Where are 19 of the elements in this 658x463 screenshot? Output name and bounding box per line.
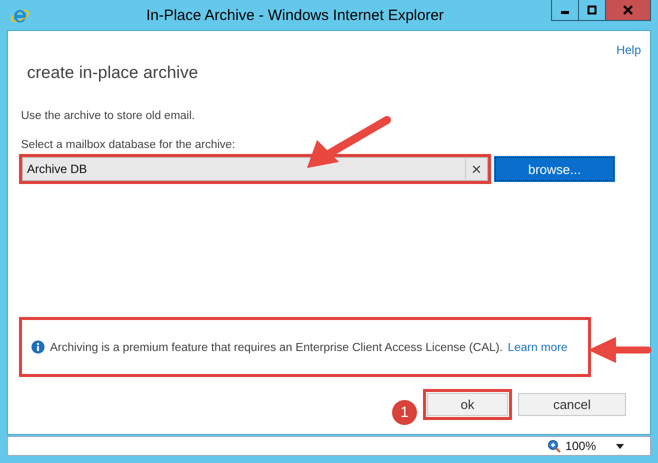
database-field[interactable]: Archive DB ✕: [22, 157, 488, 181]
info-icon: [31, 340, 45, 354]
browse-button[interactable]: browse...: [495, 157, 614, 181]
zoom-level[interactable]: 100%: [565, 439, 596, 453]
learn-more-link[interactable]: Learn more: [508, 340, 568, 354]
ok-button[interactable]: ok: [427, 393, 508, 416]
field-label: Select a mailbox database for the archive:: [21, 139, 236, 151]
close-button[interactable]: [605, 0, 651, 21]
cancel-button[interactable]: cancel: [518, 393, 626, 416]
help-link[interactable]: Help: [616, 43, 641, 57]
maximize-icon: [587, 5, 597, 15]
minimize-button[interactable]: [551, 0, 579, 21]
close-icon: [623, 5, 633, 15]
description-text: Use the archive to store old email.: [21, 110, 196, 122]
dialog-heading: create in-place archive: [27, 63, 200, 84]
zoom-icon: [547, 439, 562, 453]
license-notice: Archiving is a premium feature that requires an Enterprise Client Access License (CAL).: [50, 340, 503, 354]
window-title: In-Place Archive - Windows Internet Explorer: [145, 6, 445, 24]
dropdown-caret-icon[interactable]: [616, 444, 624, 448]
